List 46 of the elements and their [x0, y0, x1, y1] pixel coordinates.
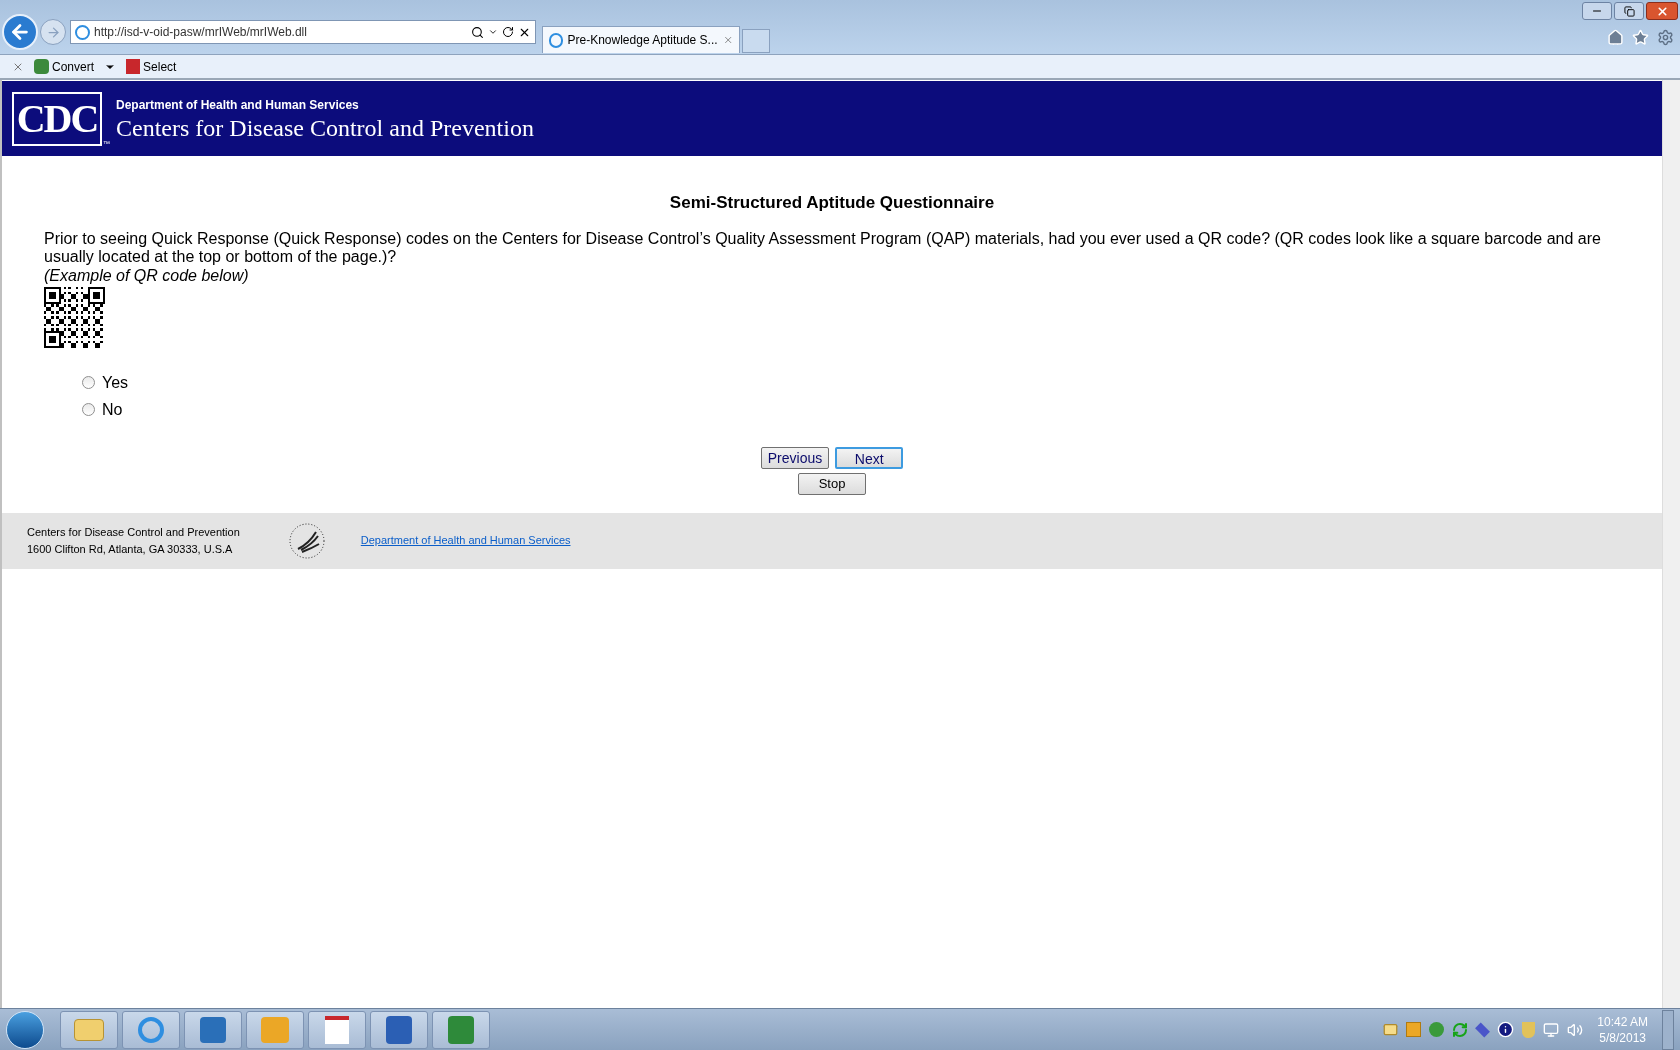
footer-org-name: Centers for Disease Control and Prevention — [27, 524, 240, 540]
browser-tab[interactable]: Pre-Knowledge Aptitude S... — [542, 26, 740, 53]
search-icon[interactable] — [471, 25, 484, 39]
settings-icon[interactable] — [1657, 29, 1674, 46]
cdc-logo: CDC — [12, 91, 102, 146]
tab-title: Pre-Knowledge Aptitude S... — [567, 32, 718, 49]
close-button[interactable] — [1646, 2, 1678, 20]
restore-button[interactable] — [1614, 2, 1644, 20]
restore-icon — [1623, 5, 1635, 17]
vertical-scrollbar[interactable] — [1662, 80, 1680, 1008]
back-button[interactable] — [2, 14, 38, 50]
department-name: Department of Health and Human Services — [116, 96, 360, 114]
hhs-link[interactable]: Department of Health and Human Services — [360, 532, 571, 549]
close-tab-icon[interactable] — [722, 34, 733, 46]
organization-name: Centers for Disease Control and Prevention — [116, 113, 534, 142]
qr-code-image — [44, 286, 105, 348]
new-tab-button[interactable] — [742, 29, 770, 53]
sync-icon[interactable] — [1452, 1021, 1469, 1038]
question-text: Prior to seeing Quick Response (Quick Response) codes on the Centers for Disease Control’s Quality Assessment Program (QAP) materials, had you ever used a QR code? (QR codes look like a square barcode and are usually located at the top or bottom of the page.)? — [44, 229, 1602, 266]
mail-icon[interactable] — [1383, 1022, 1399, 1037]
minimize-button[interactable] — [1582, 2, 1612, 20]
close-icon — [1655, 4, 1669, 18]
favorites-icon[interactable] — [1632, 29, 1649, 46]
address-text: http://isd-v-oid-pasw/mrIWeb/mrIWeb.dll — [94, 24, 308, 41]
home-icon[interactable] — [1607, 29, 1624, 46]
convert-button[interactable]: Convert — [34, 57, 95, 76]
eagle-seal-icon — [287, 521, 326, 560]
forward-button[interactable] — [40, 19, 66, 45]
info-icon[interactable] — [1497, 1021, 1515, 1038]
example-note: (Example of QR code below) — [44, 265, 250, 285]
footer-address: 1600 Clifton Rd, Atlanta, GA 30333, U.S.A — [27, 541, 234, 557]
radio-button[interactable] — [82, 403, 95, 416]
previous-button[interactable]: Previous — [760, 446, 830, 469]
option-label: No — [102, 399, 123, 420]
refresh-icon[interactable] — [502, 26, 514, 38]
questionnaire-title: Semi-Structured Aptitude Questionnaire — [668, 192, 996, 214]
volume-icon[interactable] — [1567, 1021, 1584, 1038]
option-label: Yes — [102, 372, 129, 393]
next-button[interactable]: Next — [835, 446, 904, 469]
dropdown-icon[interactable] — [488, 27, 498, 37]
radio-button[interactable] — [82, 376, 95, 389]
select-button[interactable]: Select — [126, 57, 177, 76]
address-bar[interactable]: http://isd-v-oid-pasw/mrIWeb/mrIWeb.dll — [70, 20, 536, 44]
start-button[interactable] — [6, 1010, 44, 1049]
stop-button[interactable]: Stop — [798, 472, 866, 495]
show-desktop-button[interactable] — [1662, 1009, 1674, 1050]
